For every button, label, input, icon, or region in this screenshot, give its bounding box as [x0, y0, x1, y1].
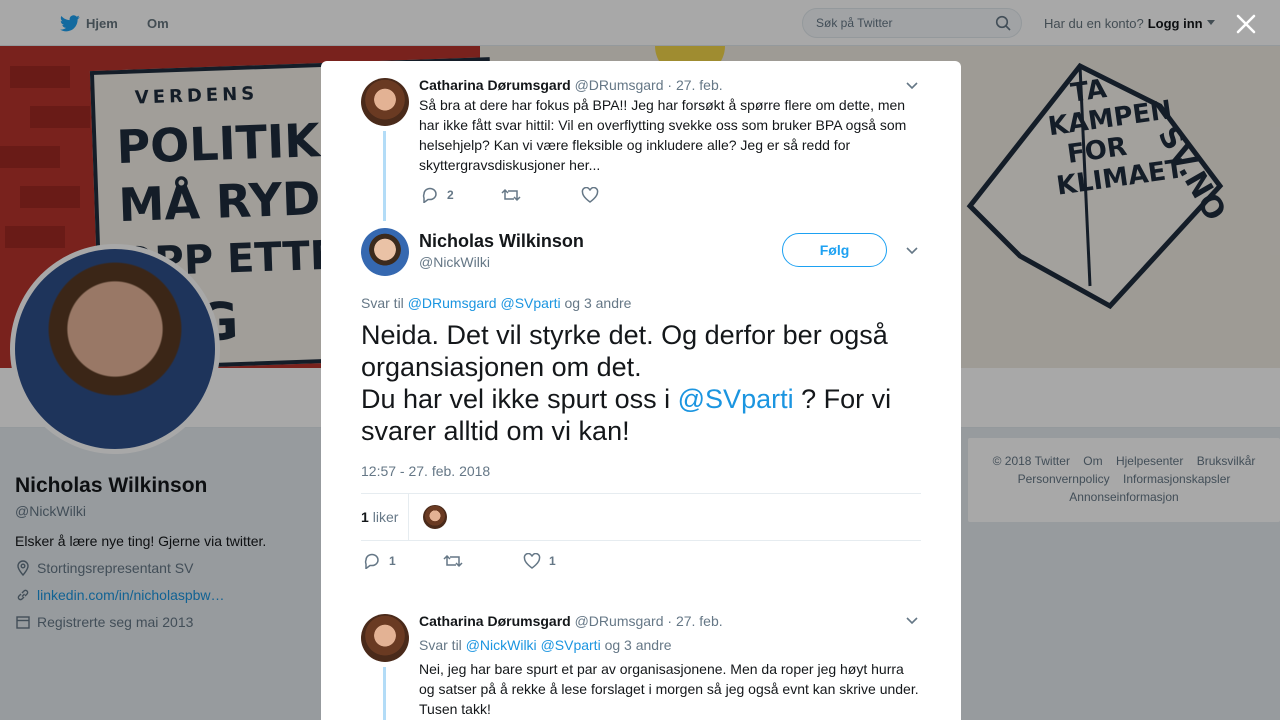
avatar[interactable] [361, 228, 409, 276]
tweet-date[interactable]: · 27. feb. [667, 77, 722, 93]
reply-button[interactable]: 2 [421, 187, 501, 203]
close-icon[interactable] [1234, 12, 1258, 36]
thread-line [383, 131, 386, 221]
reply-count: 2 [447, 188, 454, 202]
chevron-down-icon[interactable] [905, 79, 919, 93]
mention-link[interactable]: @SVparti [541, 637, 601, 653]
chevron-down-icon[interactable] [905, 614, 919, 628]
chevron-down-icon[interactable] [905, 244, 919, 258]
mention-link[interactable]: @SVparti [500, 295, 560, 311]
author-handle[interactable]: @NickWilki [419, 254, 490, 270]
author-handle[interactable]: @DRumsgard [575, 77, 664, 93]
author-handle[interactable]: @DRumsgard [575, 613, 664, 629]
tweet-header: Catharina Dørumsgard @DRumsgard · 27. fe… [419, 77, 723, 93]
author-name[interactable]: Catharina Dørumsgard [419, 77, 571, 93]
follow-button[interactable]: Følg [782, 233, 887, 267]
reply-context: Svar til @DRumsgard @SVparti og 3 andre [361, 295, 631, 311]
likes-number: 1 [361, 509, 369, 525]
tweet-header: Catharina Dørumsgard @DRumsgard · 27. fe… [419, 613, 723, 629]
reply-icon [422, 187, 437, 203]
avatar[interactable] [361, 78, 409, 126]
thread-line [383, 667, 386, 720]
reply-suffix[interactable]: og 3 andre [605, 637, 672, 653]
mention-link[interactable]: @SVparti [678, 384, 794, 414]
likes-count[interactable]: 1 liker [361, 493, 410, 541]
reply-suffix[interactable]: og 3 andre [565, 295, 632, 311]
tweet-actions: 2 [421, 187, 599, 203]
reply-icon [364, 553, 379, 569]
reply-count: 1 [389, 554, 396, 568]
tweet-text: Så bra at dere har fokus på BPA!! Jeg ha… [419, 97, 907, 173]
like-button[interactable] [581, 187, 599, 203]
retweet-icon [443, 554, 463, 568]
like-count: 1 [549, 554, 556, 568]
reply-prefix: Svar til [361, 295, 404, 311]
tweet-stats: 1 liker [361, 493, 921, 541]
mention-link[interactable]: @NickWilki [466, 637, 537, 653]
main-tweet-text: Neida. Det vil styrke det. Og derfor ber… [361, 319, 921, 447]
liker-avatar[interactable] [423, 505, 448, 529]
author-name[interactable]: Catharina Dørumsgard [419, 613, 571, 629]
tweet-timestamp[interactable]: 12:57 - 27. feb. 2018 [361, 463, 490, 479]
tweet-line: Du har vel ikke spurt oss i @SVparti ? F… [361, 383, 921, 447]
retweet-button[interactable] [443, 553, 523, 569]
tweet-date[interactable]: · 27. feb. [667, 613, 722, 629]
reply-context: Svar til @NickWilki @SVparti og 3 andre [419, 637, 672, 653]
heart-icon [523, 553, 541, 569]
like-button[interactable]: 1 [523, 553, 556, 569]
avatar[interactable] [361, 614, 409, 662]
tweet-line: Neida. Det vil styrke det. Og derfor ber… [361, 320, 888, 382]
mention-link[interactable]: @DRumsgard [408, 295, 497, 311]
retweet-icon [501, 188, 521, 202]
likes-label: liker [372, 509, 399, 525]
tweet-actions: 1 1 [363, 553, 556, 569]
heart-icon [581, 187, 599, 203]
author-name[interactable]: Nicholas Wilkinson [419, 231, 584, 252]
reply-prefix: Svar til [419, 637, 462, 653]
reply-button[interactable]: 1 [363, 553, 443, 569]
tweet-text: Nei, jeg har bare spurt et par av organi… [419, 661, 919, 717]
retweet-button[interactable] [501, 187, 581, 203]
tweet-modal: Catharina Dørumsgard @DRumsgard · 27. fe… [321, 61, 961, 720]
tweet-line-start: Du har vel ikke spurt oss i [361, 384, 671, 414]
